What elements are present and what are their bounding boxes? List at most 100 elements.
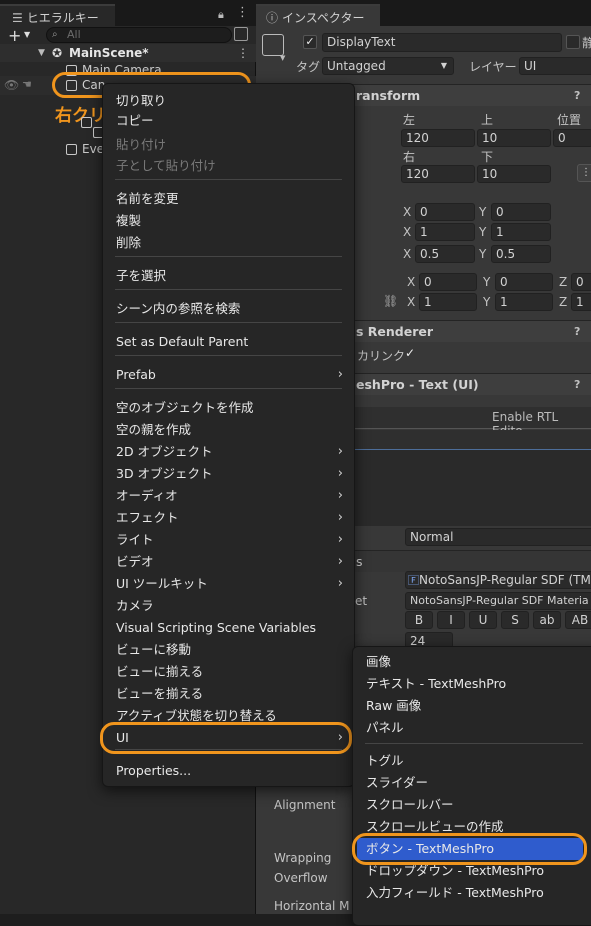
chevron-right-icon: › (337, 444, 343, 459)
submenu-item-panel[interactable]: パネル (366, 717, 586, 739)
menu-item-label: 空のオブジェクトを作成 (116, 400, 254, 415)
x-label: X (403, 205, 412, 219)
more-menu-icon[interactable]: ⋮ (236, 5, 249, 20)
menu-item-visual-scripting-vars[interactable]: Visual Scripting Scene Variables (116, 617, 345, 639)
active-checkbox[interactable]: ✓ (303, 35, 317, 49)
menu-item-copy[interactable]: コピー (116, 110, 345, 132)
menu-item-create-empty-parent[interactable]: 空の親を作成 (116, 419, 345, 441)
bottom-field[interactable]: 10 (477, 165, 551, 183)
submenu-item-label: テキスト - TextMeshPro (366, 676, 507, 691)
tab-hierarchy[interactable]: ☰ ヒエラルキー (0, 4, 115, 26)
raw-edit-button[interactable]: ⋮ (577, 164, 591, 182)
static-checkbox[interactable] (566, 35, 580, 49)
scale-x[interactable]: 1 (419, 293, 477, 311)
scene-menu-icon[interactable]: ⋮ (237, 44, 249, 62)
tag-dropdown[interactable]: Untagged ▼ (322, 57, 454, 75)
menu-item-prefab[interactable]: Prefab › (116, 364, 345, 386)
help-icon[interactable]: ? (574, 85, 580, 107)
menu-item-paste-as-child[interactable]: 子として貼り付け (116, 155, 345, 177)
left-field[interactable]: 120 (401, 129, 475, 147)
material-field[interactable]: NotoSansJP-Regular SDF Materia (405, 592, 591, 610)
menu-item-find-references[interactable]: シーン内の参照を検索 (116, 298, 345, 320)
menu-item-cut[interactable]: 切り取り (116, 90, 345, 112)
search-icon: ⌕ (52, 29, 58, 40)
help-icon[interactable]: ? (574, 374, 580, 396)
menu-item-label: ビデオ (116, 554, 154, 569)
object-cube-icon[interactable] (262, 34, 284, 56)
anchor-min-y[interactable]: 0 (491, 203, 551, 221)
submenu-item-image[interactable]: 画像 (366, 651, 586, 673)
visibility-eye-icon[interactable]: 👁︎ (4, 76, 19, 94)
menu-item-3d-object[interactable]: 3D オブジェクト › (116, 463, 345, 485)
chevron-down-icon[interactable]: ▼ (280, 54, 285, 62)
right-label: 右 (403, 150, 416, 164)
rotation-z[interactable]: 0 (571, 273, 591, 291)
chevron-right-icon: › (337, 466, 343, 481)
menu-item-ui-toolkit[interactable]: UI ツールキット › (116, 573, 345, 595)
object-name-field[interactable]: DisplayText (322, 33, 562, 52)
submenu-item-raw-image[interactable]: Raw 画像 (366, 695, 586, 717)
rotation-x[interactable]: 0 (419, 273, 477, 291)
menu-item-light[interactable]: ライト › (116, 529, 345, 551)
anchor-min-x[interactable]: 0 (415, 203, 475, 221)
scene-row[interactable]: ▼ ✪ MainScene* ⋮ (0, 44, 256, 62)
menu-item-video[interactable]: ビデオ › (116, 551, 345, 573)
menu-item-select-children[interactable]: 子を選択 (116, 265, 345, 287)
anchor-max-x[interactable]: 1 (415, 223, 475, 241)
font-asset-field[interactable]: 🄵NotoSansJP-Regular SDF (TM (405, 571, 591, 589)
menu-item-align-with-view[interactable]: ビューに揃える (116, 661, 345, 683)
underline-button[interactable]: U (469, 611, 497, 629)
menu-item-properties[interactable]: Properties... (116, 760, 345, 782)
expand-icon[interactable] (234, 27, 248, 41)
rotation-y[interactable]: 0 (495, 273, 553, 291)
add-icon[interactable]: + (8, 26, 21, 45)
scale-y[interactable]: 1 (495, 293, 553, 311)
tab-inspector[interactable]: ⓘ インスペクター (256, 4, 380, 26)
submenu-item-toggle[interactable]: トグル (366, 750, 586, 772)
bold-button[interactable]: B (405, 611, 433, 629)
scale-z[interactable]: 1 (571, 293, 591, 311)
menu-item-duplicate[interactable]: 複製 (116, 210, 345, 232)
top-field[interactable]: 10 (477, 129, 551, 147)
anchor-max-y[interactable]: 1 (491, 223, 551, 241)
menu-item-camera[interactable]: カメラ (116, 595, 345, 617)
menu-item-label: アクティブ状態を切り替える (116, 708, 277, 723)
pick-hand-icon[interactable]: ☚ (22, 76, 32, 94)
submenu-item-input-field-tmp[interactable]: 入力フィールド - TextMeshPro (366, 882, 586, 904)
lowercase-button[interactable]: ab (533, 611, 561, 629)
menu-item-label: ライト (116, 532, 154, 547)
text-style-dropdown[interactable]: Normal (405, 528, 591, 546)
z-label: Z (559, 275, 568, 289)
submenu-item-label: Raw 画像 (366, 698, 422, 713)
right-field[interactable]: 120 (401, 165, 475, 183)
menu-item-delete[interactable]: 削除 (116, 232, 345, 254)
menu-item-create-empty[interactable]: 空のオブジェクトを作成 (116, 397, 345, 419)
chevron-down-icon[interactable]: ▼ (24, 30, 30, 39)
cull-checkbox[interactable]: ✓ (405, 346, 415, 360)
lock-icon[interactable]: 🔒︎ (218, 8, 224, 22)
fold-arrow-icon[interactable]: ▼ (38, 44, 45, 62)
link-icon[interactable]: ⛓︎ (383, 294, 398, 308)
help-icon[interactable]: ? (574, 321, 580, 343)
menu-item-effects[interactable]: エフェクト › (116, 507, 345, 529)
menu-item-rename[interactable]: 名前を変更 (116, 188, 345, 210)
menu-item-align-view[interactable]: ビューを揃える (116, 683, 345, 705)
pos-field[interactable]: 0 (553, 129, 591, 147)
menu-item-audio[interactable]: オーディオ › (116, 485, 345, 507)
submenu-item-text-tmp[interactable]: テキスト - TextMeshPro (366, 673, 586, 695)
menu-item-2d-object[interactable]: 2D オブジェクト › (116, 441, 345, 463)
hierarchy-item-eventsystem[interactable]: Eve (0, 140, 104, 158)
menu-item-set-default-parent[interactable]: Set as Default Parent (116, 331, 345, 353)
layer-dropdown[interactable]: UI (519, 57, 591, 75)
strikethrough-button[interactable]: S (501, 611, 529, 629)
pivot-y[interactable]: 0.5 (491, 245, 551, 263)
menu-item-label: シーン内の参照を検索 (116, 301, 241, 316)
menu-item-paste[interactable]: 貼り付け (116, 134, 345, 156)
uppercase-button[interactable]: AB (565, 611, 591, 629)
submenu-item-scrollbar[interactable]: スクロールバー (366, 794, 586, 816)
search-input[interactable]: All (46, 27, 232, 43)
pivot-x[interactable]: 0.5 (415, 245, 475, 263)
submenu-item-slider[interactable]: スライダー (366, 772, 586, 794)
menu-item-move-to-view[interactable]: ビューに移動 (116, 639, 345, 661)
italic-button[interactable]: I (437, 611, 465, 629)
